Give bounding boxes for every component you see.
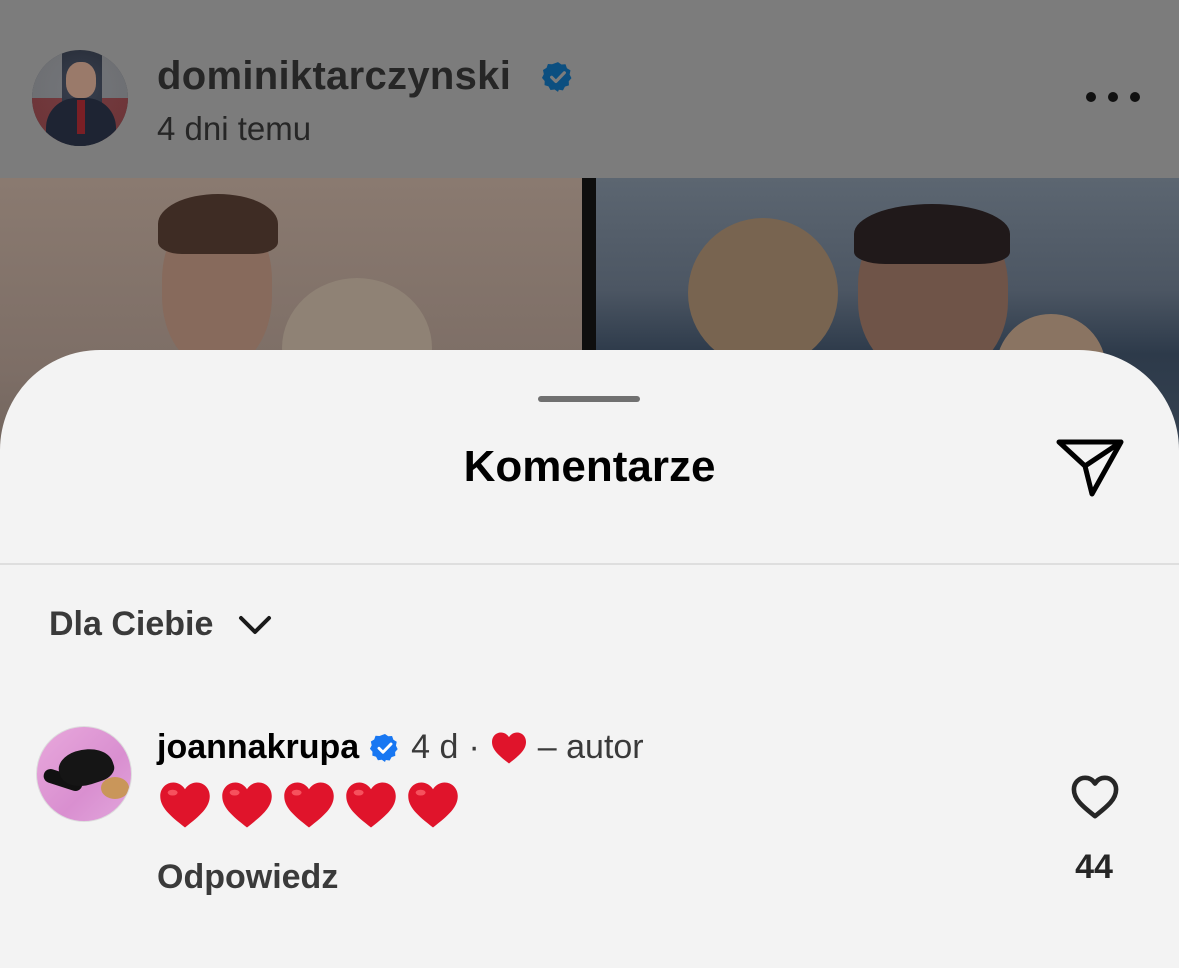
red-heart-emoji-icon (408, 782, 458, 828)
send-icon[interactable] (1054, 436, 1126, 500)
verified-badge-icon (541, 62, 572, 92)
sort-label: Dla Ciebie (49, 605, 214, 643)
post-author-avatar[interactable] (32, 50, 128, 146)
verified-badge-icon (370, 733, 398, 762)
red-heart-emoji-icon (346, 782, 396, 828)
comment-text (158, 780, 460, 830)
comment-header: joannakrupa 4 d · – autor (157, 728, 644, 767)
post-timestamp: 4 dni temu (157, 110, 312, 147)
red-heart-emoji-icon (284, 782, 334, 828)
like-count: 44 (1075, 848, 1113, 886)
comment-sort-dropdown[interactable]: Dla Ciebie (49, 605, 273, 644)
more-options-icon[interactable] (1086, 86, 1140, 108)
commenter-avatar[interactable] (36, 726, 132, 822)
heart-outline-icon[interactable] (1070, 774, 1120, 820)
red-heart-emoji-icon (222, 782, 272, 828)
sheet-grabber[interactable] (538, 396, 640, 402)
reply-button[interactable]: Odpowiedz (157, 858, 338, 897)
sheet-title: Komentarze (463, 442, 716, 491)
chevron-down-icon (239, 615, 272, 634)
post-header: dominiktarczynski 4 dni temu (0, 0, 1179, 178)
comments-sheet: Komentarze Dla Ciebie joannakrupa 4 d · … (0, 350, 1179, 968)
meta-separator: · (468, 728, 480, 766)
author-label: – autor (537, 728, 644, 766)
red-heart-emoji-icon (160, 782, 210, 828)
commenter-username[interactable]: joannakrupa (157, 728, 359, 767)
author-liked-heart-icon (491, 732, 526, 763)
comment-age: 4 d (411, 728, 459, 766)
post-author-username[interactable]: dominiktarczynski (157, 54, 511, 99)
header-separator (0, 563, 1179, 565)
